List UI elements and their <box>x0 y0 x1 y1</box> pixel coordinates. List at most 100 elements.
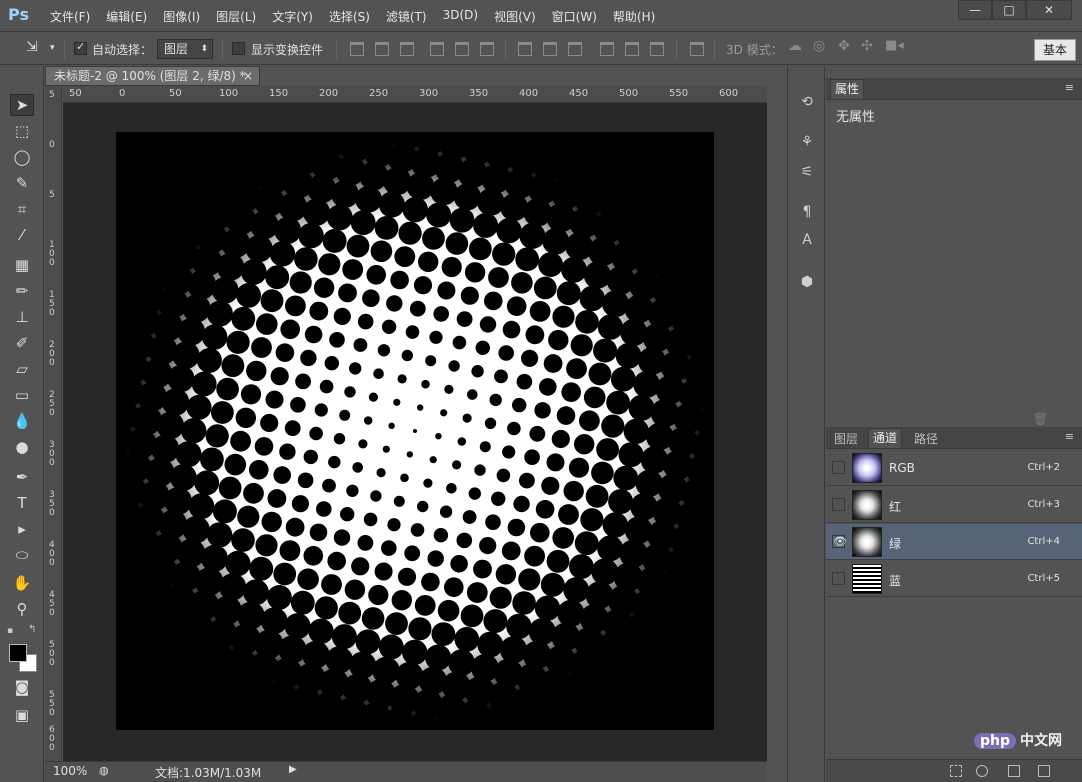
document-tab[interactable]: 未标题-2 @ 100% (图层 2, 绿/8) * × <box>45 66 260 86</box>
align-vcenter-icon[interactable] <box>375 42 389 56</box>
menu-3d[interactable]: 3D(D) <box>443 8 486 25</box>
menu-file[interactable]: 文件(F) <box>50 8 98 25</box>
move-tool-icon[interactable]: ➤ <box>10 94 34 116</box>
character-panel-icon[interactable]: A <box>797 230 817 250</box>
halftone-dot <box>295 373 311 390</box>
minimize-button[interactable]: — <box>958 0 992 20</box>
close-tab-icon[interactable]: × <box>243 67 253 85</box>
ellipse-tool-icon[interactable]: ⬭ <box>10 544 34 566</box>
3d-pan-icon[interactable]: ✥ <box>838 38 850 54</box>
gradient-tool-icon[interactable]: ▭ <box>10 384 34 406</box>
menu-filter[interactable]: 滤镜(T) <box>386 8 435 25</box>
auto-select-target-select[interactable]: 图层 ⬍ <box>157 39 213 59</box>
menu-edit[interactable]: 编辑(E) <box>106 8 155 25</box>
auto-select-checkbox[interactable] <box>74 40 87 55</box>
hand-tool-icon[interactable]: ✋ <box>10 572 34 594</box>
channel-row-red[interactable]: 红 Ctrl+3 <box>826 487 1082 523</box>
distribute-vcenter-icon[interactable] <box>543 42 557 56</box>
swap-colors-icon[interactable]: ↰ <box>28 624 36 635</box>
quick-mask-icon[interactable]: ◙ <box>10 676 34 698</box>
move-tool-icon[interactable]: ⇲ <box>26 39 38 55</box>
close-button[interactable]: ✕ <box>1026 0 1072 20</box>
tool-preset-chevron-icon[interactable]: ▾ <box>50 43 55 53</box>
load-selection-icon[interactable] <box>950 765 962 777</box>
align-hcenter-icon[interactable] <box>455 42 469 56</box>
panel-menu-icon[interactable]: ≡ <box>1065 430 1074 443</box>
history-panel-icon[interactable]: ⟲ <box>797 92 817 112</box>
tab-channels[interactable]: 通道 <box>868 428 903 448</box>
menu-window[interactable]: 窗口(W) <box>552 8 605 25</box>
document-canvas[interactable] <box>116 132 714 730</box>
brush-presets-icon[interactable]: ⚘ <box>797 132 817 152</box>
trash-icon[interactable]: 🗑 <box>1033 412 1048 426</box>
menu-type[interactable]: 文字(Y) <box>272 8 321 25</box>
eyedropper-tool-icon[interactable]: ⁄ <box>10 224 34 246</box>
halftone-dot <box>240 384 262 405</box>
3d-scale-icon[interactable]: ■◂ <box>885 38 904 53</box>
zoom-level[interactable]: 100% <box>53 764 87 778</box>
distribute-top-icon[interactable] <box>518 42 532 56</box>
zoom-tool-icon[interactable]: ⚲ <box>10 598 34 620</box>
lasso-tool-icon[interactable]: ◯ <box>10 146 34 168</box>
3d-roll-icon[interactable]: ◎ <box>813 38 825 54</box>
foreground-color-swatch[interactable] <box>9 644 27 662</box>
menu-help[interactable]: 帮助(H) <box>613 8 663 25</box>
default-colors-icon[interactable]: ▪ <box>7 626 13 636</box>
crop-tool-icon[interactable]: ⌗ <box>10 198 34 220</box>
status-menu-arrow-icon[interactable]: ▶ <box>289 764 297 775</box>
halftone-dot <box>172 341 200 369</box>
screen-mode-icon[interactable]: ▣ <box>10 704 34 726</box>
history-brush-tool-icon[interactable]: ✐ <box>10 332 34 354</box>
pen-tool-icon[interactable]: ✒ <box>10 466 34 488</box>
eye-icon[interactable]: 👁 <box>832 535 847 548</box>
divider <box>336 39 337 59</box>
clone-stamp-tool-icon[interactable]: ⊥ <box>10 306 34 328</box>
align-left-icon[interactable] <box>430 42 444 56</box>
visibility-toggle[interactable] <box>832 498 845 511</box>
paragraph-panel-icon[interactable]: ¶ <box>797 202 817 222</box>
menu-select[interactable]: 选择(S) <box>329 8 378 25</box>
channel-row-rgb[interactable]: RGB Ctrl+2 <box>826 450 1082 486</box>
channel-row-green[interactable]: 👁 绿 Ctrl+4 <box>826 524 1082 560</box>
quick-select-tool-icon[interactable]: ✎ <box>10 172 34 194</box>
menu-view[interactable]: 视图(V) <box>494 8 544 25</box>
channel-row-blue[interactable]: 蓝 Ctrl+5 <box>826 561 1082 597</box>
panel-menu-icon[interactable]: ≡ <box>1065 81 1074 94</box>
eraser-tool-icon[interactable]: ▱ <box>10 358 34 380</box>
visibility-toggle[interactable] <box>832 461 845 474</box>
align-bottom-icon[interactable] <box>400 42 414 56</box>
distribute-right-icon[interactable] <box>650 42 664 56</box>
divider <box>714 39 715 59</box>
workspace-button[interactable]: 基本 <box>1034 39 1076 61</box>
maximize-button[interactable]: □ <box>992 0 1026 20</box>
3d-orbit-icon[interactable]: ☁ <box>788 38 802 54</box>
3d-slide-icon[interactable]: ✣ <box>861 38 873 54</box>
halftone-dot <box>542 227 570 255</box>
distribute-left-icon[interactable] <box>600 42 614 56</box>
menu-layer[interactable]: 图层(L) <box>216 8 264 25</box>
3d-panel-icon[interactable]: ⬢ <box>797 272 817 292</box>
auto-align-icon[interactable] <box>690 42 704 56</box>
tab-paths[interactable]: 路径 <box>910 430 942 447</box>
tab-layers[interactable]: 图层 <box>830 430 862 447</box>
blur-tool-icon[interactable]: 💧 <box>10 410 34 432</box>
save-selection-icon[interactable] <box>976 765 988 777</box>
brush-panel-icon[interactable]: ⚟ <box>797 162 817 182</box>
delete-channel-icon[interactable] <box>1038 765 1050 777</box>
dodge-tool-icon[interactable]: ● <box>10 436 34 458</box>
tab-properties[interactable]: 属性 <box>830 79 865 99</box>
status-info-icon[interactable]: ◍ <box>99 764 109 777</box>
distribute-bottom-icon[interactable] <box>568 42 582 56</box>
show-transform-checkbox[interactable] <box>232 42 245 55</box>
align-right-icon[interactable] <box>480 42 494 56</box>
visibility-toggle[interactable] <box>832 572 845 585</box>
distribute-hcenter-icon[interactable] <box>625 42 639 56</box>
new-channel-icon[interactable] <box>1008 765 1020 777</box>
type-tool-icon[interactable]: T <box>10 492 34 514</box>
align-top-icon[interactable] <box>350 42 364 56</box>
marquee-tool-icon[interactable]: ⬚ <box>10 120 34 142</box>
brush-tool-icon[interactable]: ✏ <box>10 280 34 302</box>
healing-brush-tool-icon[interactable]: ▦ <box>10 254 34 276</box>
path-select-tool-icon[interactable]: ▸ <box>10 518 34 540</box>
menu-image[interactable]: 图像(I) <box>163 8 208 25</box>
